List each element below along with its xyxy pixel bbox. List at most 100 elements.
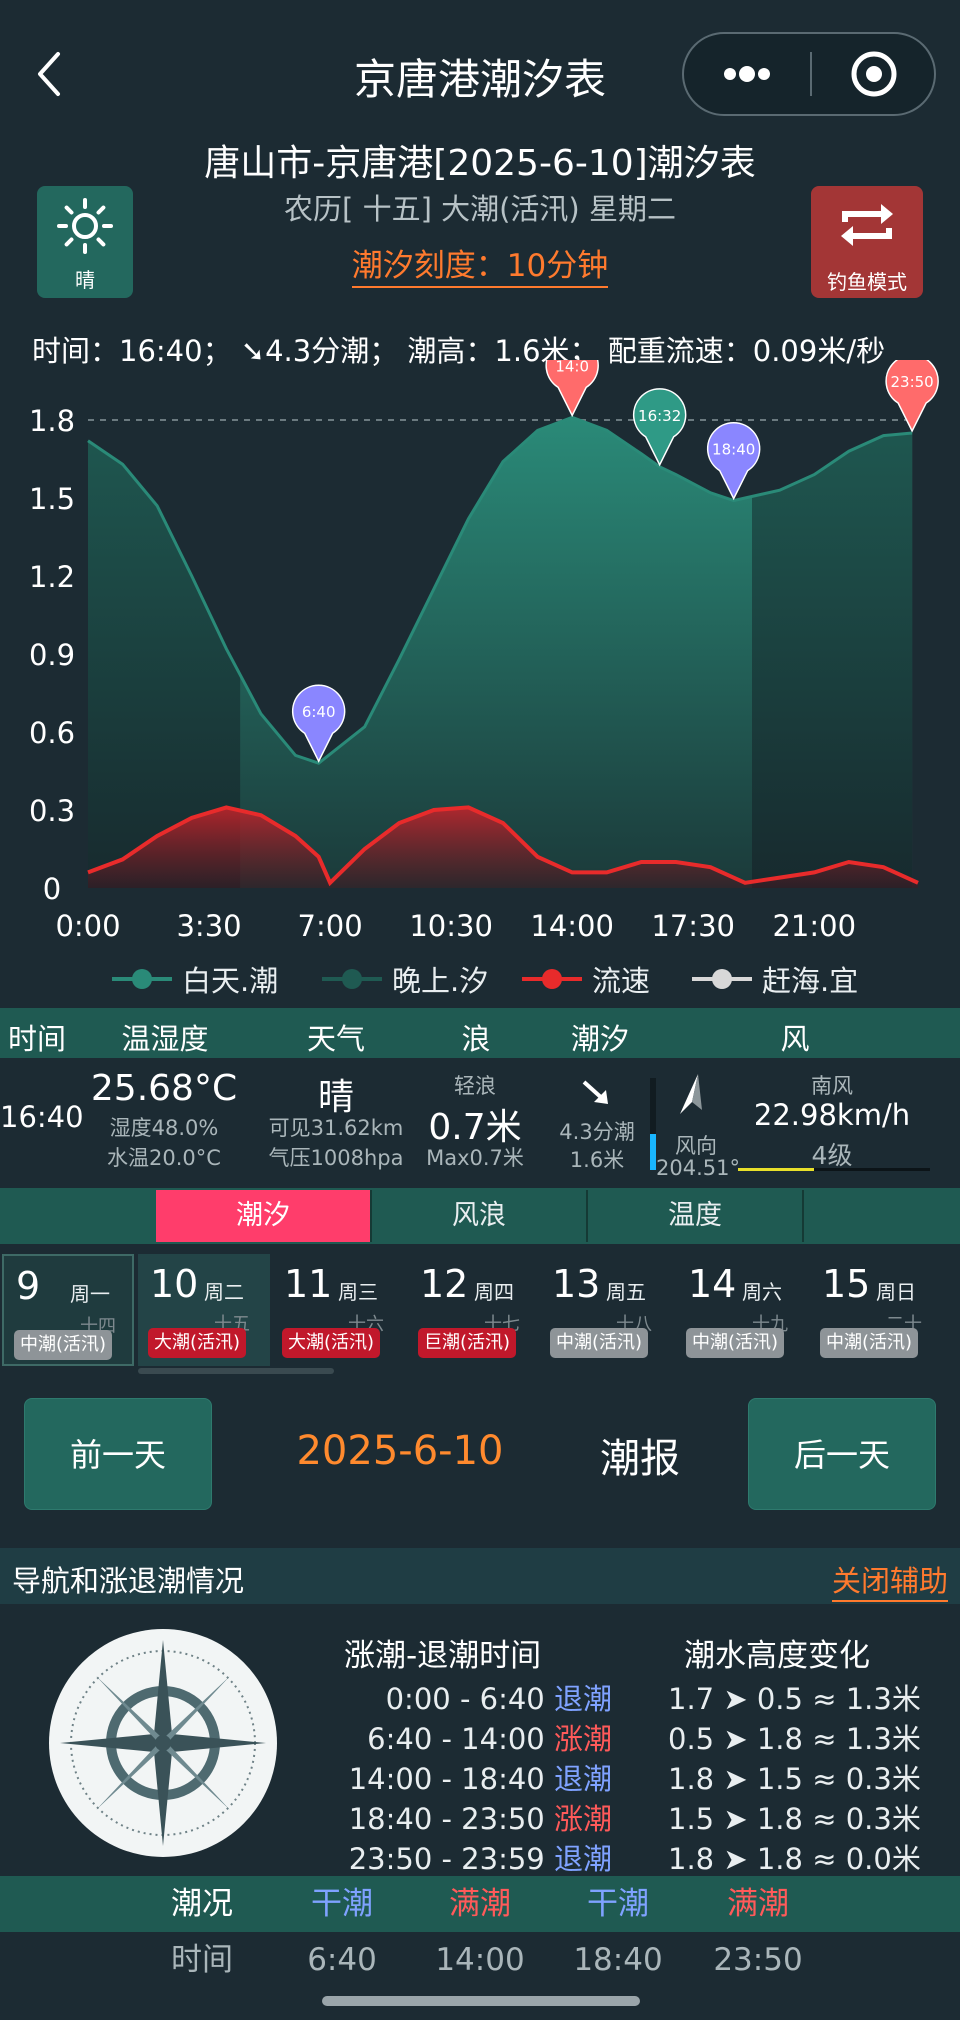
header-bar: 京唐港潮汐表 xyxy=(0,0,960,140)
legend-label: 晚上.汐 xyxy=(392,964,489,998)
day-number: 15 xyxy=(822,1262,871,1306)
day-weekday: 周六 xyxy=(742,1280,782,1304)
tide-summary-times: 时间 6:40 14:00 18:40 23:50 xyxy=(0,1932,960,1988)
fishing-mode-button[interactable]: 钓鱼模式 xyxy=(811,186,923,298)
tide-range: 6:40 - 14:00 涨潮 xyxy=(367,1716,612,1758)
day-tide-badge: 大潮(活汛) xyxy=(148,1328,247,1358)
day-item-13[interactable]: 13 周五 十八 中潮(活汛) xyxy=(540,1254,672,1366)
x-tick-label: 0:00 xyxy=(55,909,120,943)
more-button[interactable] xyxy=(684,34,810,114)
guide-col-height-header: 潮水高度变化 xyxy=(684,1638,870,1674)
tide-range: 0:00 - 6:40 退潮 xyxy=(386,1676,612,1718)
y-tick-label: 0.9 xyxy=(29,638,75,672)
day-number: 14 xyxy=(688,1262,737,1306)
tide-chart[interactable]: 1.8 1.5 1.2 0.9 0.6 0.3 0 0:00 3:30 7:00 10:30 14:… xyxy=(0,360,960,956)
info-wave-max: Max0.7米 xyxy=(426,1146,524,1170)
info-visibility: 可见31.62km xyxy=(268,1116,404,1140)
day-tide-badge: 中潮(活汛) xyxy=(550,1328,649,1358)
info-table-row: 16:40 25.68°C 湿度48.0% 水温20.0°C 晴 可见31.62… xyxy=(0,1058,960,1188)
tide-range-type: 退潮 xyxy=(553,1682,612,1716)
next-day-button[interactable]: 后一天 xyxy=(748,1398,936,1510)
tide-height-change: 1.7 ➤ 0.5 ≈ 1.3米 xyxy=(668,1682,921,1716)
weather-label: 晴 xyxy=(75,268,95,292)
header-tide: 潮汐 xyxy=(570,1022,629,1056)
fishing-mode-label: 钓鱼模式 xyxy=(827,270,907,294)
legend-day-tide-swatch xyxy=(112,969,172,989)
tab-wind-wave[interactable]: 风浪 xyxy=(372,1190,588,1242)
x-tick-label: 3:30 xyxy=(176,909,241,943)
info-wind-level: 4级 xyxy=(811,1141,853,1170)
tide-range-type: 涨潮 xyxy=(553,1802,612,1836)
tide-range-time: 23:50 - 23:59 xyxy=(348,1842,545,1876)
tide-report-link[interactable]: 潮报 xyxy=(580,1426,700,1484)
day-tide-badge: 大潮(活汛) xyxy=(282,1328,381,1358)
home-indicator[interactable] xyxy=(322,1996,640,2006)
tide-range-time: 6:40 - 14:00 xyxy=(367,1722,545,1756)
day-item-11[interactable]: 11 周三 十六 大潮(活汛) xyxy=(272,1254,404,1366)
day-item-10[interactable]: 10 周二 十五 大潮(活汛) xyxy=(138,1254,270,1366)
marker-label: 14:0 xyxy=(555,360,589,375)
info-wind-degree: 204.51° xyxy=(656,1156,740,1180)
tide-range-time: 0:00 - 6:40 xyxy=(385,1682,545,1716)
legend-flow-swatch xyxy=(522,969,582,989)
prev-day-button[interactable]: 前一天 xyxy=(24,1398,212,1510)
falling-tide-arrow-icon xyxy=(582,1080,608,1104)
day-number: 10 xyxy=(150,1262,199,1306)
info-table-header: 时间 温湿度 天气 浪 潮汐 风 xyxy=(0,1008,960,1058)
info-humidity: 湿度48.0% xyxy=(109,1116,219,1140)
summary-label: 潮况 xyxy=(171,1886,233,1922)
legend-label: 白天.潮 xyxy=(182,964,279,998)
info-pressure: 气压1008hpa xyxy=(268,1146,404,1170)
close-mini-program-button[interactable] xyxy=(812,34,936,114)
info-temperature: 25.68°C xyxy=(90,1068,238,1109)
tide-marker: 14:0 xyxy=(545,360,599,418)
day-number: 12 xyxy=(420,1262,469,1306)
day-number: 13 xyxy=(552,1262,601,1306)
tide-range-type: 退潮 xyxy=(553,1842,612,1876)
info-wave-label: 轻浪 xyxy=(454,1074,496,1098)
day-tide-badge: 中潮(活汛) xyxy=(686,1328,785,1358)
day-weekday: 周四 xyxy=(474,1280,514,1304)
tide-range-type: 退潮 xyxy=(553,1762,612,1796)
day-item-14[interactable]: 14 周六 十九 中潮(活汛) xyxy=(676,1254,808,1366)
guide-col-time-header: 涨潮-退潮时间 xyxy=(344,1638,542,1674)
header-temp: 温湿度 xyxy=(121,1022,209,1056)
info-water-temp: 水温20.0°C xyxy=(107,1146,221,1170)
day-scrollbar[interactable] xyxy=(138,1368,334,1374)
marker-pin xyxy=(706,421,761,501)
y-tick-label: 0.3 xyxy=(29,794,75,828)
day-item-15[interactable]: 15 周日 二十 中潮(活汛) xyxy=(810,1254,942,1366)
chart-legend: 白天.潮 晚上.汐 流速 赶海.宜 xyxy=(0,956,960,1002)
day-weekday: 周一 xyxy=(70,1282,110,1306)
wind-direction-icon xyxy=(680,1074,702,1114)
day-item-9[interactable]: 9 周一 十四 中潮(活汛) xyxy=(2,1254,134,1366)
tide-range: 23:50 - 23:59 退潮 xyxy=(349,1836,612,1878)
header-time: 时间 xyxy=(7,1022,66,1056)
tab-temperature[interactable]: 温度 xyxy=(588,1190,804,1242)
y-tick-label: 1.5 xyxy=(29,482,75,516)
tide-range-time: 18:40 - 23:50 xyxy=(348,1802,545,1836)
night-tide-area-evening xyxy=(752,417,913,888)
header-weather: 天气 xyxy=(306,1022,365,1056)
summary-time: 18:40 xyxy=(573,1942,663,1978)
repeat-icon xyxy=(841,204,893,246)
header-wind: 风 xyxy=(780,1022,810,1056)
day-weekday: 周三 xyxy=(338,1280,378,1304)
close-assist-link[interactable]: 关闭辅助 xyxy=(831,1558,948,1602)
marker-label: 16:32 xyxy=(638,407,681,425)
summary-time: 14:00 xyxy=(435,1942,525,1978)
summary-high-tide: 满潮 xyxy=(727,1886,789,1922)
tab-tide[interactable]: 潮汐 xyxy=(156,1190,372,1242)
summary-low-tide: 干潮 xyxy=(587,1886,649,1922)
wind-level-bar xyxy=(738,1168,930,1171)
y-tick-label: 0 xyxy=(43,872,61,906)
weather-button[interactable]: 晴 xyxy=(37,186,133,298)
day-tide-badge: 中潮(活汛) xyxy=(820,1328,919,1358)
x-axis-labels: 0:00 3:30 7:00 10:30 14:00 17:30 21:00 xyxy=(55,909,856,943)
y-tick-label: 1.2 xyxy=(29,560,75,594)
tide-scale-text: 潮汐刻度：10分钟 xyxy=(351,248,609,288)
day-item-12[interactable]: 12 周四 十七 巨潮(活汛) xyxy=(408,1254,540,1366)
more-dots-icon xyxy=(724,66,770,82)
x-tick-label: 7:00 xyxy=(298,909,363,943)
guide-section-header: 导航和涨退潮情况 关闭辅助 xyxy=(0,1548,960,1604)
